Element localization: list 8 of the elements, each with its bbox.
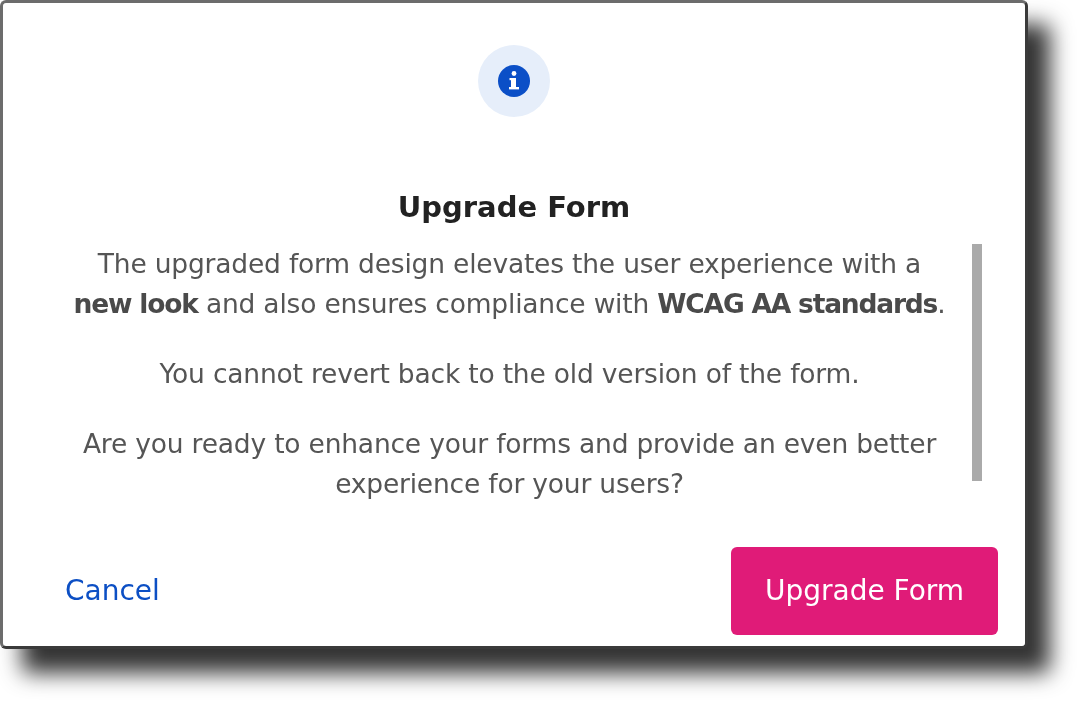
dialog-message: You cannot revert back to the old version of the form. bbox=[158, 357, 861, 391]
info-icon bbox=[478, 45, 550, 117]
upgrade-form-button[interactable]: Upgrade Form bbox=[731, 547, 998, 635]
dialog-title: Upgrade Form bbox=[396, 189, 632, 225]
scrollbar[interactable] bbox=[972, 244, 982, 481]
dialog-message: Are you ready to enhance your forms and provide an even better experience for your users? bbox=[81, 427, 938, 501]
cancel-link[interactable]: Cancel bbox=[51, 565, 174, 617]
dialog-message: The upgraded form design elevates the user experience with a new look and also ensures compliance with WCAG AA standards. bbox=[72, 247, 947, 321]
